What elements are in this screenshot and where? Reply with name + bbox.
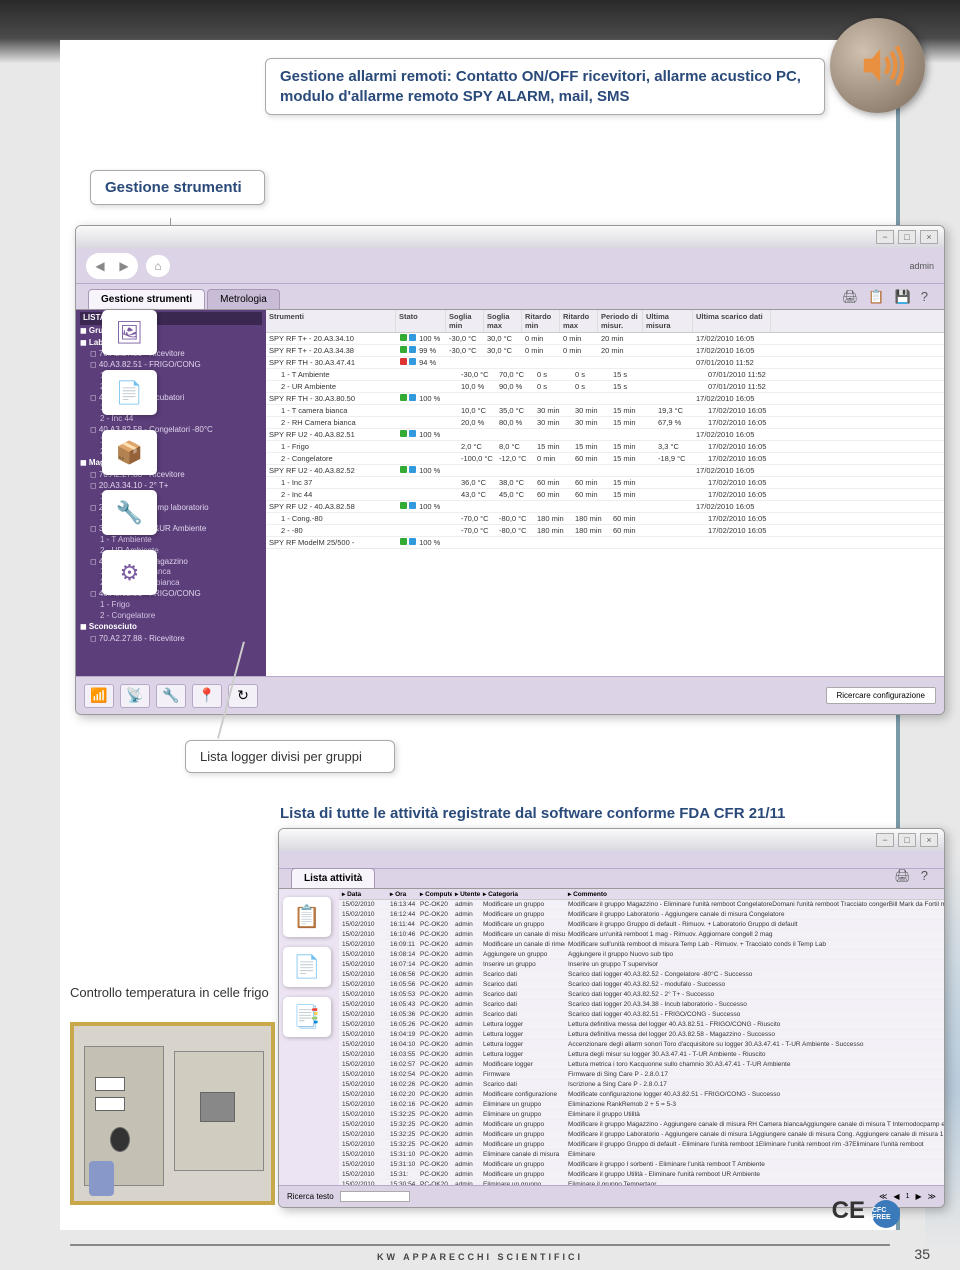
copy-icon[interactable]: 📋: [868, 289, 884, 305]
print-icon[interactable]: 🖨: [842, 289, 859, 305]
module-icon-box[interactable]: 📦: [102, 430, 157, 475]
ce-mark: CE: [832, 1197, 865, 1225]
page-number: 35: [914, 1246, 930, 1262]
callout-logger-groups: Lista logger divisi per gruppi: [185, 740, 395, 773]
tab-bar: Gestione strumenti Metrologia 🖨 📋 💾 ?: [76, 284, 944, 310]
close-button-2[interactable]: ×: [920, 833, 938, 847]
tab-metrologia[interactable]: Metrologia: [207, 289, 280, 309]
instruments-window: − □ × ◀ ▶ ⌂ admin Gestione strumenti Met…: [75, 225, 945, 715]
tool-btn-2[interactable]: 📡: [120, 684, 150, 708]
print-icon-2[interactable]: 🖨: [894, 868, 911, 884]
pager-last-button[interactable]: ≫: [928, 1192, 936, 1201]
callout-instruments: Gestione strumenti: [90, 170, 265, 205]
module-icon-gallery[interactable]: 🖼: [102, 310, 157, 355]
callout-alarms: Gestione allarmi remoti: Contatto ON/OFF…: [265, 58, 825, 115]
maximize-button[interactable]: □: [898, 230, 916, 244]
bottom-toolbar: 📶 📡 🔧 📍 ↻ Ricercare configurazione: [76, 676, 944, 714]
tab-lista-attivita[interactable]: Lista attività: [291, 868, 375, 888]
activity-window: − □ × Lista attività 🖨? 📋 📄 📑 ▸ Data▸ Or…: [278, 828, 945, 1208]
pager-next-button[interactable]: ▶: [915, 1192, 921, 1201]
help-icon-2[interactable]: ?: [921, 868, 928, 884]
maximize-button-2[interactable]: □: [898, 833, 916, 847]
activity-icon-3[interactable]: 📑: [283, 997, 331, 1037]
tool-btn-3[interactable]: 🔧: [156, 684, 186, 708]
photo-caption: Controllo temperatura in celle frigo: [70, 985, 269, 1000]
module-icons: 🖼 📄 📦 🔧 ⚙: [102, 310, 157, 595]
titlebar: − □ ×: [76, 226, 944, 248]
titlebar-2: − □ ×: [279, 829, 944, 851]
user-label: admin: [909, 261, 934, 271]
activity-icon-1[interactable]: 📋: [283, 897, 331, 937]
pager-prev-button[interactable]: ◀: [893, 1192, 899, 1201]
callout-activity-list: Lista di tutte le attività registrate da…: [280, 805, 785, 822]
module-icon-config[interactable]: ⚙: [102, 550, 157, 595]
home-button[interactable]: ⌂: [146, 255, 170, 277]
activity-table: ▸ Data▸ Ora▸ Computer▸ Utente▸ Categoria…: [339, 889, 944, 1208]
fridge-photo: [70, 1022, 275, 1205]
cfc-free-logo: CFC FREE: [872, 1200, 900, 1228]
toolbar: ◀ ▶ ⌂ admin: [76, 248, 944, 284]
activity-search-input[interactable]: [340, 1191, 410, 1202]
activity-side-icons: 📋 📄 📑: [279, 889, 339, 1208]
tool-btn-1[interactable]: 📶: [84, 684, 114, 708]
save-icon[interactable]: 💾: [895, 289, 911, 305]
alarm-speaker-icon: [830, 18, 925, 113]
module-icon-document[interactable]: 📄: [102, 370, 157, 415]
search-config-button[interactable]: Ricercare configurazione: [826, 687, 937, 704]
tool-btn-4[interactable]: 📍: [192, 684, 222, 708]
page-footer: KW APPARECCHI SCIENTIFICI: [0, 1240, 960, 1262]
activity-icon-2[interactable]: 📄: [283, 947, 331, 987]
module-icon-wrench[interactable]: 🔧: [102, 490, 157, 535]
nav-pill: ◀ ▶: [86, 253, 138, 279]
help-icon[interactable]: ?: [921, 289, 928, 305]
tab-gestione-strumenti[interactable]: Gestione strumenti: [88, 289, 205, 309]
instruments-table: StrumentiStatoSoglia minSoglia maxRitard…: [266, 310, 944, 676]
nav-back-button[interactable]: ◀: [88, 255, 112, 277]
minimize-button-2[interactable]: −: [876, 833, 894, 847]
nav-forward-button[interactable]: ▶: [112, 255, 136, 277]
minimize-button[interactable]: −: [876, 230, 894, 244]
close-button[interactable]: ×: [920, 230, 938, 244]
search-text-label: Ricerca testo: [287, 1192, 334, 1201]
